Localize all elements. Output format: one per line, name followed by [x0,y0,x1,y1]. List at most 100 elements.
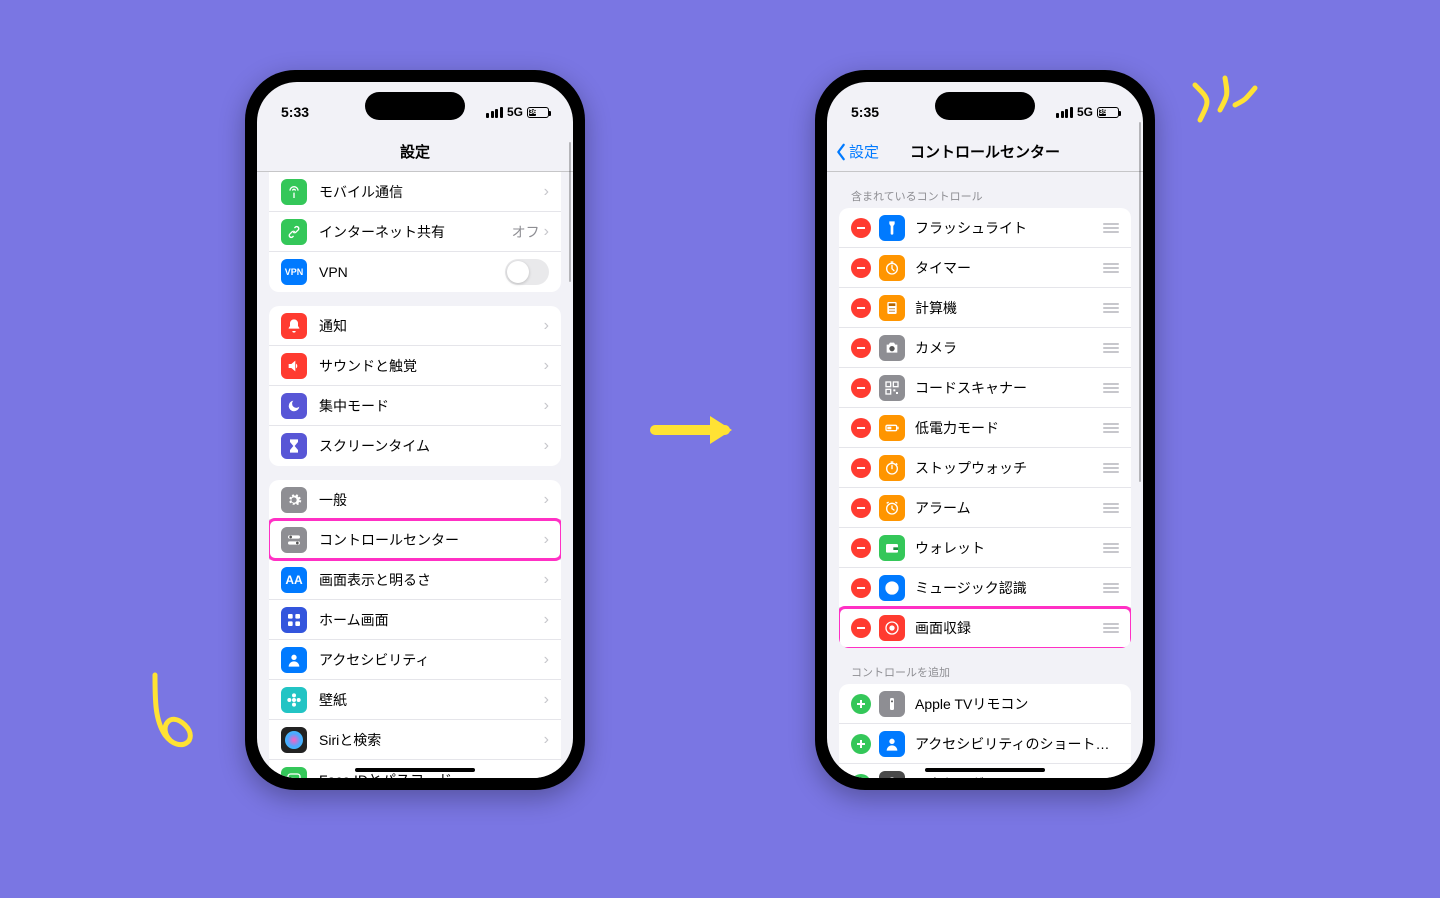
notch [935,92,1035,120]
chevron-right-icon: › [544,771,549,778]
drag-handle-icon[interactable] [1103,583,1119,593]
control-center-list[interactable]: 含まれているコントロール フラッシュライト タイマー 計算機 カメラ コードスキ… [827,172,1143,778]
remove-button[interactable] [851,218,871,238]
remove-button[interactable] [851,538,871,558]
row-label: アクセシビリティ [319,650,544,670]
settings-row[interactable]: スクリーンタイム › [269,426,561,466]
remove-button[interactable] [851,498,871,518]
battery-icon: 36 [527,107,549,118]
settings-row[interactable]: ホーム画面 › [269,600,561,640]
back-button[interactable]: 設定 [835,141,879,162]
drag-handle-icon[interactable] [1103,263,1119,273]
status-time: 5:35 [851,104,879,120]
control-label: コードスキャナー [915,378,1103,398]
page-title: 設定 [400,141,430,162]
control-item: 低電力モード [839,408,1131,448]
chevron-right-icon: › [544,357,549,375]
control-item: 画面収録 [839,608,1131,648]
add-controls-group: Apple TVリモコン アクセシビリティのショートカ… アクセスガイド [839,684,1131,778]
faceid-icon [281,767,307,778]
control-item: ウォレット [839,528,1131,568]
remove-button[interactable] [851,338,871,358]
remote-icon [879,691,905,717]
control-label: タイマー [915,258,1103,278]
drag-handle-icon[interactable] [1103,303,1119,313]
battery-icon: 35 [1097,107,1119,118]
chevron-right-icon: › [544,317,549,335]
add-button[interactable] [851,694,871,714]
speaker-icon [281,353,307,379]
toggle-switch[interactable] [505,259,549,285]
control-item: ミュージック認識 [839,568,1131,608]
row-label: 一般 [319,490,544,510]
qr-icon [879,375,905,401]
drag-handle-icon[interactable] [1103,223,1119,233]
settings-list[interactable]: モバイル通信 › インターネット共有 オフ › VPN VPN 通知 › サウン… [257,172,573,778]
phone-mock-right: 5:35 5G 35 設定 コントロールセンター 含まれているコントロール フラ… [815,70,1155,790]
drag-handle-icon[interactable] [1103,343,1119,353]
control-item: 計算機 [839,288,1131,328]
settings-row[interactable]: VPN VPN [269,252,561,292]
settings-row[interactable]: サウンドと触覚 › [269,346,561,386]
control-item: タイマー [839,248,1131,288]
add-button[interactable] [851,734,871,754]
settings-group: 通知 › サウンドと触覚 › 集中モード › スクリーンタイム › [269,306,561,466]
drag-handle-icon[interactable] [1103,463,1119,473]
network-label: 5G [1077,105,1093,119]
row-label: 集中モード [319,396,544,416]
settings-row[interactable]: AA 画面表示と明るさ › [269,560,561,600]
control-label: 計算機 [915,298,1103,318]
remove-button[interactable] [851,578,871,598]
drag-handle-icon[interactable] [1103,383,1119,393]
gear-icon [281,487,307,513]
settings-row[interactable]: アクセシビリティ › [269,640,561,680]
drag-handle-icon[interactable] [1103,423,1119,433]
vpn-icon: VPN [281,259,307,285]
person-icon [879,731,905,757]
chevron-right-icon: › [544,571,549,589]
shazam-icon [879,575,905,601]
notch [365,92,465,120]
phone-mock-left: 5:33 5G 36 設定 モバイル通信 › インターネット共有 オフ › VP… [245,70,585,790]
battery-level: 36 [529,109,536,116]
settings-row[interactable]: 壁紙 › [269,680,561,720]
included-controls-group: フラッシュライト タイマー 計算機 カメラ コードスキャナー 低電力モード スト… [839,208,1131,648]
settings-row[interactable]: インターネット共有 オフ › [269,212,561,252]
row-label: コントロールセンター [319,530,544,550]
settings-row[interactable]: コントロールセンター › [269,520,561,560]
remove-button[interactable] [851,378,871,398]
control-label: 画面収録 [915,618,1103,638]
remove-button[interactable] [851,258,871,278]
control-label: アラーム [915,498,1103,518]
settings-row[interactable]: 一般 › [269,480,561,520]
settings-row[interactable]: 通知 › [269,306,561,346]
remove-button[interactable] [851,618,871,638]
wallet-icon [879,535,905,561]
remove-button[interactable] [851,458,871,478]
record-icon [879,615,905,641]
add-button[interactable] [851,774,871,778]
screen-left: 5:33 5G 36 設定 モバイル通信 › インターネット共有 オフ › VP… [257,82,573,778]
control-item: アラーム [839,488,1131,528]
nav-bar: 設定 [257,132,573,172]
home-indicator[interactable] [925,768,1045,772]
chevron-right-icon: › [544,397,549,415]
row-detail: オフ [512,222,540,242]
section-header-included: 含まれているコントロール [851,188,1119,204]
control-label: Apple TVリモコン [915,694,1119,714]
row-label: 画面表示と明るさ [319,570,544,590]
remove-button[interactable] [851,298,871,318]
status-right: 5G 35 [1056,105,1119,119]
home-indicator[interactable] [355,768,475,772]
settings-row[interactable]: Siriと検索 › [269,720,561,760]
bell-icon [281,313,307,339]
calc-icon [879,295,905,321]
settings-row[interactable]: 集中モード › [269,386,561,426]
remove-button[interactable] [851,418,871,438]
drag-handle-icon[interactable] [1103,623,1119,633]
drag-handle-icon[interactable] [1103,543,1119,553]
drag-handle-icon[interactable] [1103,503,1119,513]
nav-bar: 設定 コントロールセンター [827,132,1143,172]
settings-row[interactable]: モバイル通信 › [269,172,561,212]
alarm-icon [879,495,905,521]
